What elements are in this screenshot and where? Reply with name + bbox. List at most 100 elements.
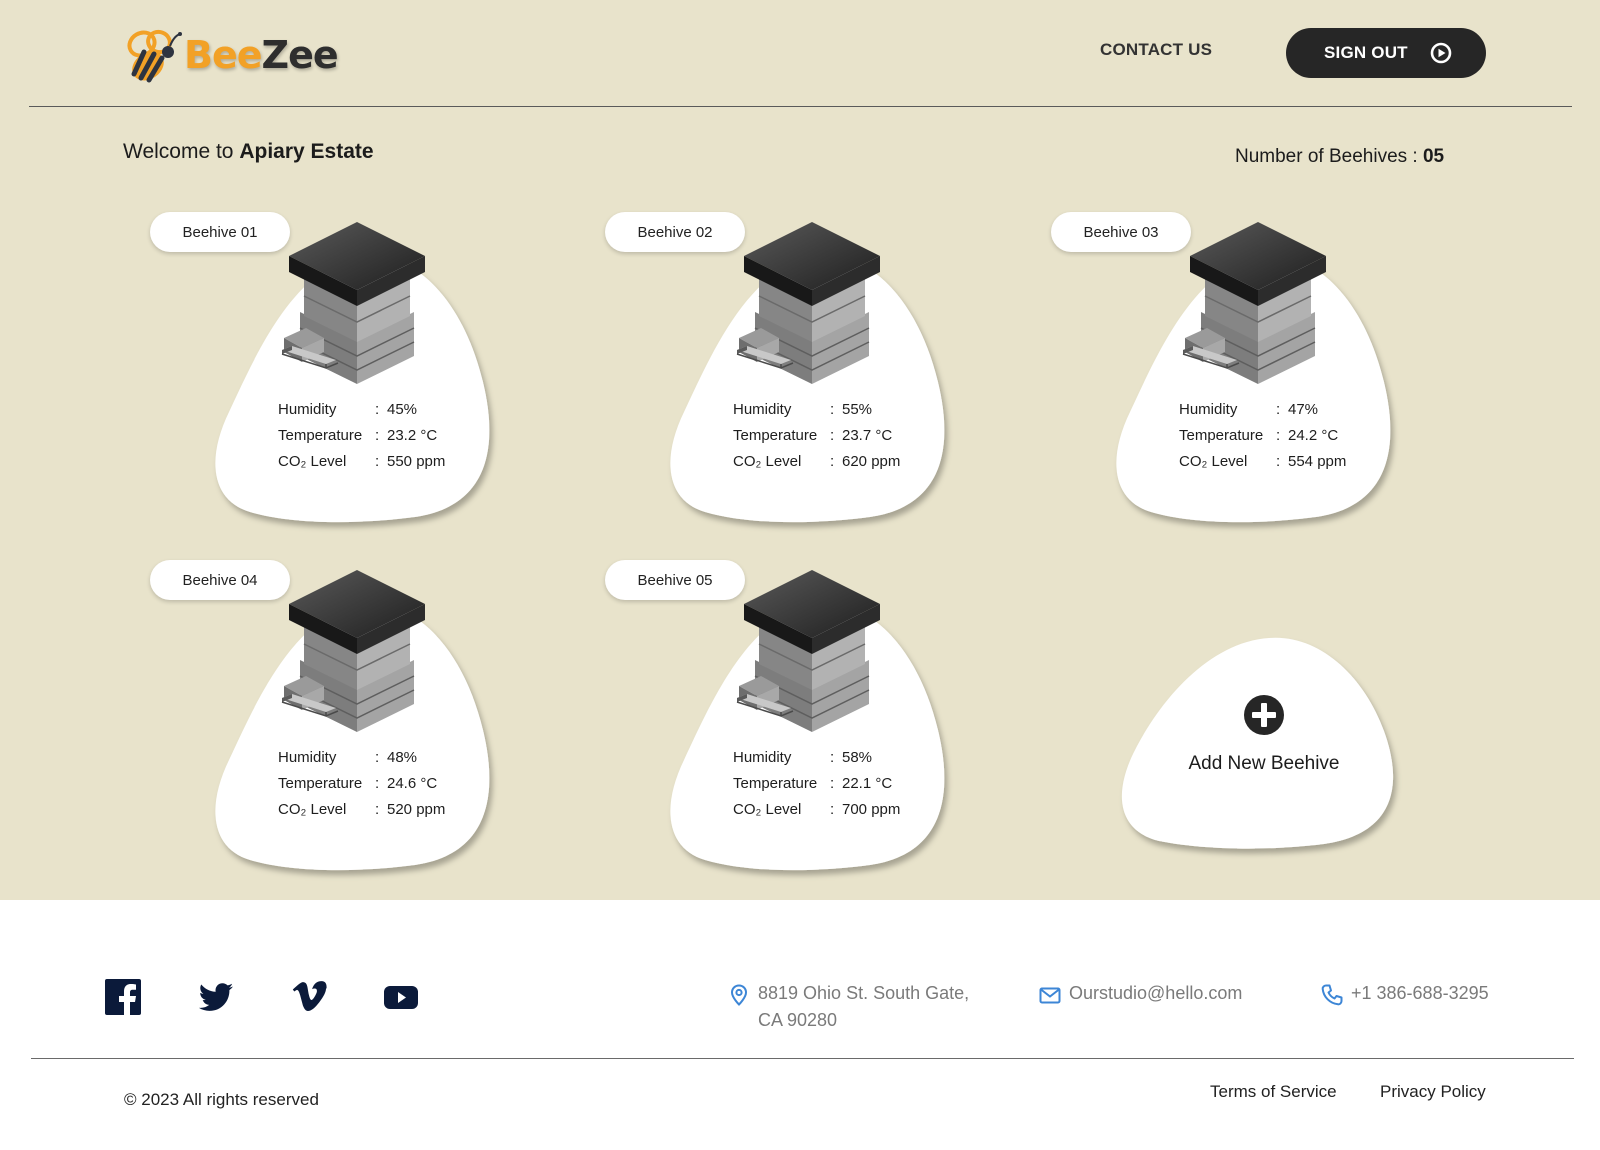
address-line1: 8819 Ohio St. South Gate,	[758, 983, 970, 1003]
co2-label: CO₂ Level	[733, 452, 802, 470]
phone-icon	[1321, 984, 1343, 1006]
copyright-text: © 2023 All rights reserved	[124, 1090, 319, 1109]
humidity-value: 48%	[387, 748, 418, 766]
add-card-blob	[1121, 637, 1394, 849]
beehive-image	[736, 569, 881, 732]
colon: :	[830, 774, 835, 792]
terms-of-service-link[interactable]: Terms of Service	[1210, 1082, 1337, 1102]
hive-count-label: Number of Beehives :	[1235, 146, 1423, 167]
humidity-label: Humidity	[733, 400, 792, 418]
temperature-value: 23.2 °C	[387, 426, 438, 444]
header-divider	[29, 106, 1572, 107]
humidity-value: 45%	[387, 400, 418, 418]
mail-icon	[1039, 987, 1061, 1004]
humidity-label: Humidity	[278, 748, 337, 766]
plus-circle-icon	[1244, 695, 1284, 735]
colon: :	[830, 748, 835, 766]
colon: :	[375, 774, 380, 792]
humidity-value: 58%	[842, 748, 873, 766]
co2-value: 554 ppm	[1288, 452, 1347, 470]
beehive-image	[736, 221, 881, 384]
beehive-name-tag: Beehive 05	[605, 560, 745, 600]
bee-logo-icon	[127, 29, 182, 83]
colon: :	[375, 426, 380, 444]
humidity-value: 55%	[842, 400, 873, 418]
youtube-icon[interactable]	[382, 978, 420, 1016]
privacy-policy-link[interactable]: Privacy Policy	[1380, 1082, 1486, 1102]
hive-count-value: 05	[1422, 146, 1445, 167]
address-info: 8819 Ohio St. South Gate, CA 90280	[728, 980, 969, 1034]
beehive-image	[281, 569, 426, 732]
co2-value: 620 ppm	[842, 452, 901, 470]
colon: :	[1276, 426, 1281, 444]
colon: :	[830, 400, 835, 418]
temperature-value: 24.6 °C	[387, 774, 438, 792]
contact-us-link[interactable]: CONTACT US	[1100, 40, 1212, 60]
colon: :	[375, 800, 380, 818]
beehive-stats: Humidity:45% Temperature:23.2 °C CO₂ Lev…	[278, 396, 445, 474]
twitter-icon[interactable]	[197, 978, 235, 1016]
hive-count: Number of Beehives : 05	[1235, 146, 1444, 168]
logo-wordmark: BeeZee	[184, 33, 339, 77]
email-address: Ourstudio@hello.com	[1069, 983, 1243, 1003]
temperature-value: 24.2 °C	[1288, 426, 1339, 444]
temperature-label: Temperature	[733, 426, 818, 444]
beehive-card[interactable]: Beehive 03 Humidity:47% Temperature:24.2…	[1051, 212, 1391, 522]
colon: :	[375, 748, 380, 766]
co2-label: CO₂ Level	[278, 800, 347, 818]
beehive-card[interactable]: Beehive 01 Humidity:45% Temperature:23.2…	[150, 212, 490, 522]
estate-name: Apiary Estate	[239, 140, 374, 163]
colon: :	[375, 452, 380, 470]
co2-label: CO₂ Level	[733, 800, 802, 818]
beehive-stats: Humidity:48% Temperature:24.6 °C CO₂ Lev…	[278, 744, 445, 822]
humidity-label: Humidity	[278, 400, 337, 418]
temperature-label: Temperature	[278, 426, 363, 444]
sign-out-button[interactable]: SIGN OUT	[1286, 28, 1486, 78]
beehive-stats: Humidity:58% Temperature:22.1 °C CO₂ Lev…	[733, 744, 900, 822]
beehive-image	[1182, 221, 1327, 384]
co2-value: 520 ppm	[387, 800, 446, 818]
colon: :	[830, 426, 835, 444]
temperature-label: Temperature	[733, 774, 818, 792]
address-line2: CA 90280	[758, 1010, 838, 1030]
phone-info[interactable]: +1 386-688-3295	[1321, 980, 1489, 1007]
phone-number: +1 386-688-3295	[1351, 983, 1489, 1003]
beezee-logo[interactable]: BeeZee	[122, 22, 339, 88]
beehive-stats: Humidity:47% Temperature:24.2 °C CO₂ Lev…	[1179, 396, 1346, 474]
vimeo-icon[interactable]	[290, 978, 328, 1016]
humidity-value: 47%	[1288, 400, 1319, 418]
beehive-stats: Humidity:55% Temperature:23.7 °C CO₂ Lev…	[733, 396, 900, 474]
beehive-card[interactable]: Beehive 05 Humidity:58% Temperature:22.1…	[605, 560, 945, 870]
footer-divider	[31, 1058, 1574, 1059]
temperature-label: Temperature	[278, 774, 363, 792]
temperature-value: 22.1 °C	[842, 774, 893, 792]
co2-value: 700 ppm	[842, 800, 901, 818]
temperature-label: Temperature	[1179, 426, 1264, 444]
humidity-label: Humidity	[733, 748, 792, 766]
co2-value: 550 ppm	[387, 452, 446, 470]
facebook-icon[interactable]	[104, 978, 142, 1016]
beehive-name-tag: Beehive 03	[1051, 212, 1191, 252]
beehive-image	[281, 221, 426, 384]
colon: :	[1276, 400, 1281, 418]
co2-label: CO₂ Level	[1179, 452, 1248, 470]
beehive-name-tag: Beehive 04	[150, 560, 290, 600]
logo-bee-text: Bee	[184, 33, 263, 77]
beehive-name-tag: Beehive 02	[605, 212, 745, 252]
location-pin-icon	[730, 984, 748, 1006]
sign-out-label: SIGN OUT	[1324, 43, 1408, 62]
colon: :	[830, 800, 835, 818]
email-info[interactable]: Ourstudio@hello.com	[1039, 980, 1242, 1007]
logo-zee-text: Zee	[261, 33, 339, 77]
humidity-label: Humidity	[1179, 400, 1238, 418]
colon: :	[830, 452, 835, 470]
beehive-card[interactable]: Beehive 02 Humidity:55% Temperature:23.7…	[605, 212, 945, 522]
main-area: BeeZee CONTACT US SIGN OUT Welcome to Ap…	[0, 0, 1600, 900]
co2-label: CO₂ Level	[278, 452, 347, 470]
add-new-beehive-button[interactable]: Add New Beehive	[1119, 636, 1399, 849]
colon: :	[375, 400, 380, 418]
beehive-card[interactable]: Beehive 04 Humidity:48% Temperature:24.6…	[150, 560, 490, 870]
colon: :	[1276, 452, 1281, 470]
temperature-value: 23.7 °C	[842, 426, 893, 444]
welcome-prefix: Welcome to	[123, 140, 240, 163]
